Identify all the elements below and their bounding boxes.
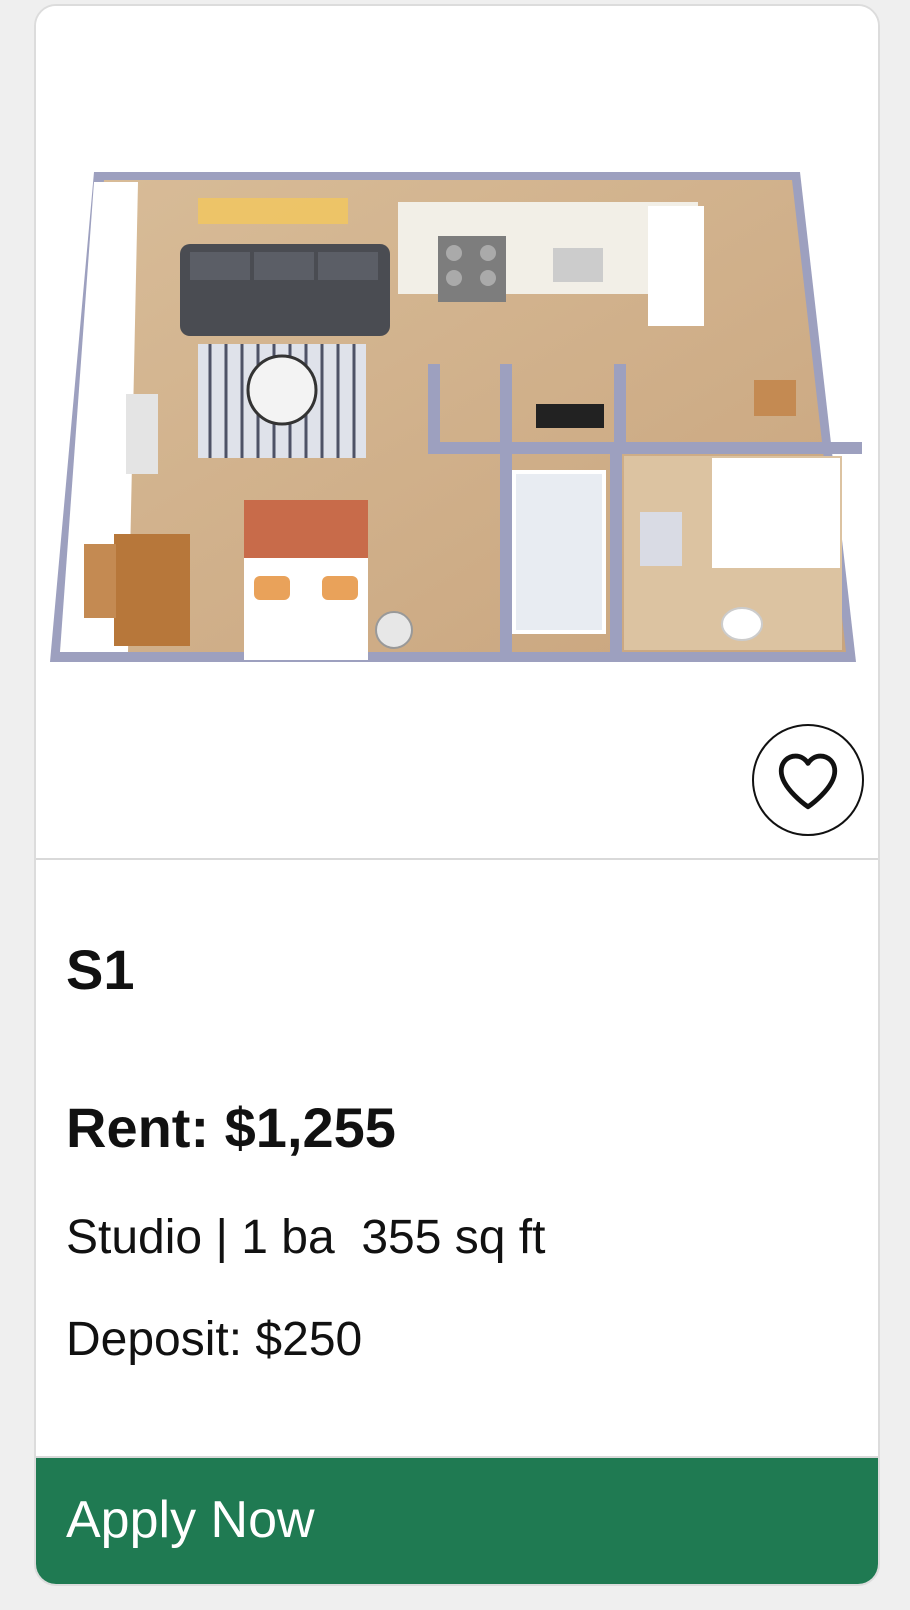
plan-name: S1 <box>66 938 135 1001</box>
apply-now-button[interactable]: Apply Now <box>36 1456 878 1584</box>
floor-plan-image-area <box>36 6 878 858</box>
unit-details: Studio | 1 ba 355 sq ft <box>66 1211 546 1264</box>
floor-plan-image <box>50 172 862 662</box>
card-divider <box>36 858 878 860</box>
rent-price: Rent: $1,255 <box>66 1096 396 1159</box>
floor-plan-card: S1 Rent: $1,255 Studio | 1 ba 355 sq ft … <box>34 4 880 1586</box>
deposit-amount: Deposit: $250 <box>66 1313 363 1366</box>
favorite-button[interactable] <box>752 724 864 836</box>
heart-icon <box>778 753 838 810</box>
apply-now-label: Apply Now <box>66 1491 315 1549</box>
